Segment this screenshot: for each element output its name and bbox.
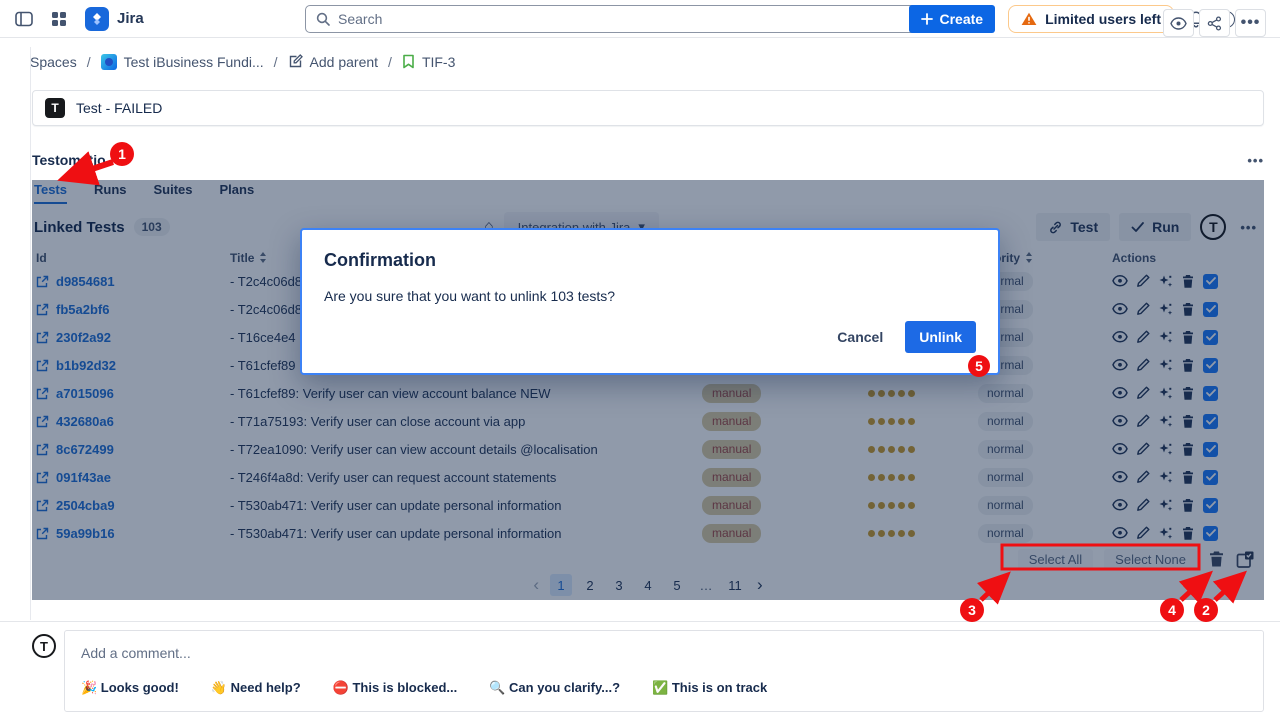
breadcrumb: Spaces / Test iBusiness Fundi... / Add p…	[0, 38, 1280, 85]
avatar: T	[32, 634, 56, 658]
add-comment-box[interactable]: Add a comment... 🎉 Looks good! 👋 Need hel…	[64, 630, 1264, 712]
share-button[interactable]	[1199, 9, 1230, 37]
add-parent-button[interactable]: Add parent	[288, 54, 379, 70]
svg-text:2: 2	[1202, 602, 1210, 618]
limited-users-warning-button[interactable]: Limited users left	[1008, 5, 1174, 33]
jira-home-link[interactable]: Jira	[85, 7, 144, 31]
modal-title: Confirmation	[324, 250, 976, 271]
quick-reply-4[interactable]: ✅ This is on track	[652, 680, 767, 696]
widget-heading: Testomatio	[32, 152, 106, 168]
test-status-title: Test - FAILED	[76, 100, 162, 116]
global-search[interactable]	[305, 5, 925, 33]
create-button[interactable]: Create	[909, 5, 995, 33]
svg-text:3: 3	[968, 602, 976, 618]
app-name: Jira	[117, 10, 144, 27]
sidebar-toggle-icon[interactable]	[15, 11, 33, 27]
search-icon	[316, 12, 330, 26]
confirmation-modal: Confirmation Are you sure that you want …	[300, 228, 1000, 375]
quick-reply-3[interactable]: 🔍 Can you clarify...?	[489, 680, 620, 696]
space-icon	[101, 54, 117, 70]
more-actions-button[interactable]: •••	[1235, 9, 1266, 37]
breadcrumb-issue-key[interactable]: TIF-3	[402, 54, 455, 70]
bookmark-icon	[402, 54, 415, 69]
breadcrumb-project[interactable]: Test iBusiness Fundi...	[101, 54, 264, 70]
quick-replies: 🎉 Looks good! 👋 Need help? ⛔ This is block…	[81, 680, 1247, 696]
warning-icon	[1021, 12, 1037, 26]
app-switcher-icon[interactable]	[51, 11, 67, 27]
plus-icon	[921, 13, 933, 25]
jira-logo-icon	[85, 7, 109, 31]
cancel-button[interactable]: Cancel	[837, 329, 883, 345]
quick-reply-1[interactable]: 👋 Need help?	[211, 680, 301, 696]
test-status-card[interactable]: T Test - FAILED	[32, 90, 1264, 126]
panel-divider	[30, 47, 31, 620]
annotation-step-3: 3	[960, 598, 984, 622]
edit-icon	[288, 54, 303, 69]
top-navigation-bar: Jira Create Limited users left ?	[0, 0, 1280, 38]
testomatio-icon: T	[45, 98, 65, 118]
annotation-step-2: 2	[1194, 598, 1218, 622]
jira-page: Jira Create Limited users left ?	[0, 0, 1280, 720]
breadcrumb-spaces[interactable]: Spaces	[30, 54, 77, 70]
modal-body-text: Are you sure that you want to unlink 103…	[324, 288, 976, 304]
widget-more-icon[interactable]: •••	[1247, 153, 1264, 168]
unlink-button[interactable]: Unlink	[905, 321, 976, 353]
annotation-step-4: 4	[1160, 598, 1184, 622]
section-divider	[0, 621, 1280, 622]
comment-placeholder: Add a comment...	[81, 645, 1247, 661]
search-input[interactable]	[338, 11, 914, 27]
watch-eye-button[interactable]	[1163, 9, 1194, 37]
svg-text:4: 4	[1168, 602, 1176, 618]
quick-reply-2[interactable]: ⛔ This is blocked...	[333, 680, 458, 696]
quick-reply-0[interactable]: 🎉 Looks good!	[81, 680, 179, 696]
